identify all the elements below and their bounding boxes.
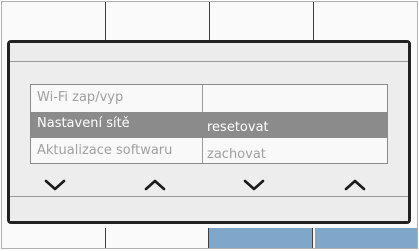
top-softkey-2[interactable]	[106, 2, 210, 40]
menu-item-option: resetovat	[207, 120, 269, 135]
dialog-header	[10, 43, 408, 62]
bottom-softkey-2[interactable]	[106, 228, 209, 248]
top-softkey-3[interactable]	[210, 2, 314, 40]
navigation-buttons	[10, 171, 408, 199]
device-screen: Wi-Fi zap/vyp Nastavení sítě resetovat A…	[1, 1, 418, 249]
top-softkey-1[interactable]	[2, 2, 106, 40]
option-down-button[interactable]	[234, 171, 274, 199]
bottom-softkey-1[interactable]	[2, 228, 106, 248]
bottom-softkey-3[interactable]	[209, 228, 313, 248]
menu-item-network-settings[interactable]: Nastavení sítě resetovat	[31, 112, 387, 138]
menu-item-wifi[interactable]: Wi-Fi zap/vyp	[31, 85, 387, 111]
scroll-up-button[interactable]	[135, 171, 175, 199]
option-up-button[interactable]	[335, 171, 375, 199]
settings-dialog: Wi-Fi zap/vyp Nastavení sítě resetovat A…	[7, 40, 411, 224]
top-softkey-4[interactable]	[314, 2, 417, 40]
menu-item-option: zachovat	[207, 147, 266, 162]
menu-item-label: Wi-Fi zap/vyp	[37, 90, 124, 105]
top-softkey-bar	[2, 2, 417, 40]
menu-item-label: Aktualizace softwaru	[37, 143, 173, 158]
chevron-up-icon	[144, 179, 166, 191]
settings-menu: Wi-Fi zap/vyp Nastavení sítě resetovat A…	[30, 84, 388, 164]
chevron-up-icon	[344, 179, 366, 191]
chevron-down-icon	[243, 179, 265, 191]
menu-item-label: Nastavení sítě	[37, 116, 130, 131]
chevron-down-icon	[44, 179, 66, 191]
scroll-down-button[interactable]	[35, 171, 75, 199]
bottom-softkey-4[interactable]	[312, 228, 417, 248]
dialog-footer	[10, 196, 408, 221]
menu-item-software-update[interactable]: Aktualizace softwaru zachovat	[31, 138, 387, 164]
bottom-softkey-bar	[2, 228, 417, 248]
